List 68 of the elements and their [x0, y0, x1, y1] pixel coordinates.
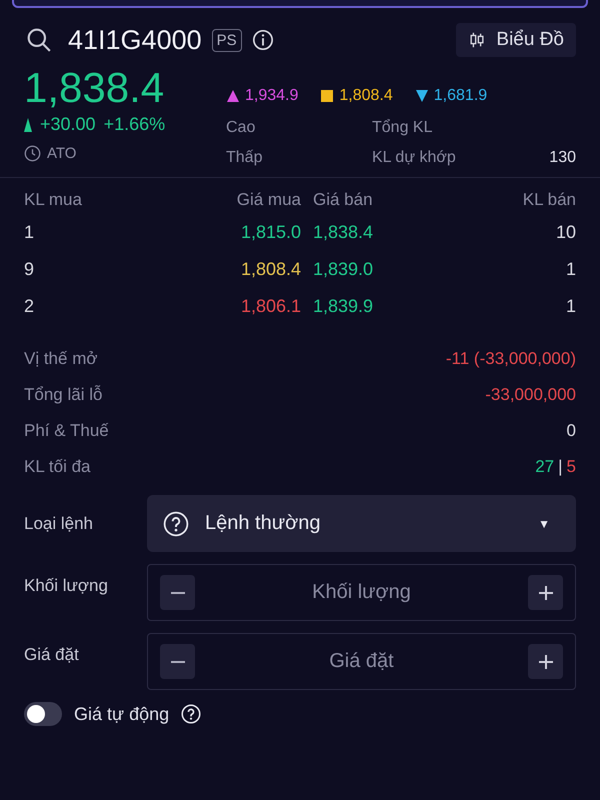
reference-price: 1,934.9: [245, 87, 298, 105]
minus-icon: [170, 660, 186, 662]
help-icon[interactable]: [181, 704, 202, 724]
last-price: 1,838.4: [24, 64, 166, 112]
stat-label: KL dự khớp: [372, 149, 456, 167]
plus-icon: [538, 654, 554, 670]
ticker-symbol: 41I1G4000: [68, 24, 202, 56]
plus-button[interactable]: [528, 575, 563, 610]
bid-price[interactable]: 1,806.1: [191, 296, 301, 317]
ask-price[interactable]: 1,839.9: [313, 296, 409, 317]
position-value: -33,000,000: [485, 385, 576, 405]
ask-volume: 1: [564, 296, 576, 317]
help-icon: [163, 510, 189, 536]
ask-price[interactable]: 1,838.4: [313, 222, 409, 243]
bid-volume: 1: [24, 222, 36, 243]
bid-price[interactable]: 1,808.4: [191, 259, 301, 280]
stepper-field[interactable]: Khối lượng: [147, 564, 576, 621]
order-type-label: Loại lệnh: [24, 514, 94, 534]
plus-button[interactable]: [528, 644, 563, 679]
position-value: 0: [566, 421, 576, 441]
reference-price: 1,808.4: [339, 87, 393, 105]
column-header: Giá mua: [236, 190, 301, 210]
column-header: Giá bán: [313, 190, 374, 210]
stat-label: Thấp: [226, 149, 262, 167]
input-field[interactable]: Khối lượng: [195, 580, 528, 605]
price-change: +30.00: [40, 114, 96, 135]
bid-volume: 2: [24, 296, 36, 317]
position-value: 27: [535, 457, 554, 477]
column-header: KL mua: [24, 190, 83, 210]
toggle-switch[interactable]: [24, 702, 62, 726]
product-badge: PS: [212, 28, 242, 52]
position-value: 5: [566, 457, 576, 477]
bid-volume: 9: [24, 259, 36, 280]
minus-button[interactable]: [160, 644, 195, 679]
session-label: ATO: [47, 145, 76, 162]
bid-price[interactable]: 1,815.0: [191, 222, 301, 243]
reference-price: 1,681.9: [434, 87, 488, 105]
ask-volume: 10: [554, 222, 576, 243]
percent-change: +1.66%: [104, 114, 166, 135]
field-label: Giá đặt: [24, 645, 80, 665]
info-icon[interactable]: [252, 29, 274, 51]
chart-button[interactable]: Biểu Đồ: [456, 23, 576, 57]
stat-label: Cao: [226, 119, 256, 137]
stepper-field[interactable]: Giá đặt: [147, 633, 576, 690]
stat-value: 130: [549, 149, 576, 167]
up-arrow-icon: [24, 118, 32, 132]
position-value: -11 (-33,000,000): [446, 349, 576, 369]
ask-volume: 1: [564, 259, 576, 280]
minus-icon: [170, 592, 186, 594]
position-label: Phí & Thuế: [24, 421, 109, 441]
field-label: Khối lượng: [24, 576, 109, 596]
stat-label: Tổng KL: [372, 119, 432, 137]
ask-price[interactable]: 1,839.0: [313, 259, 409, 280]
plus-icon: [538, 584, 554, 600]
input-field[interactable]: Giá đặt: [195, 649, 528, 674]
position-label: Tổng lãi lỗ: [24, 385, 102, 405]
minus-button[interactable]: [160, 575, 195, 610]
caret-icon: ▼: [538, 516, 550, 530]
order-type-value: Lệnh thường: [205, 512, 320, 535]
column-header: KL bán: [522, 190, 576, 210]
order-type-dropdown[interactable]: Lệnh thường ▼: [147, 495, 576, 552]
auto-price-label: Giá tự động: [74, 704, 170, 724]
position-label: Vị thế mở: [24, 349, 98, 369]
clock-icon: [24, 145, 41, 162]
position-value: |: [558, 457, 563, 477]
candlestick-chart-icon: [468, 31, 486, 49]
position-label: KL tối đa: [24, 457, 90, 477]
search-icon[interactable]: [26, 27, 52, 53]
